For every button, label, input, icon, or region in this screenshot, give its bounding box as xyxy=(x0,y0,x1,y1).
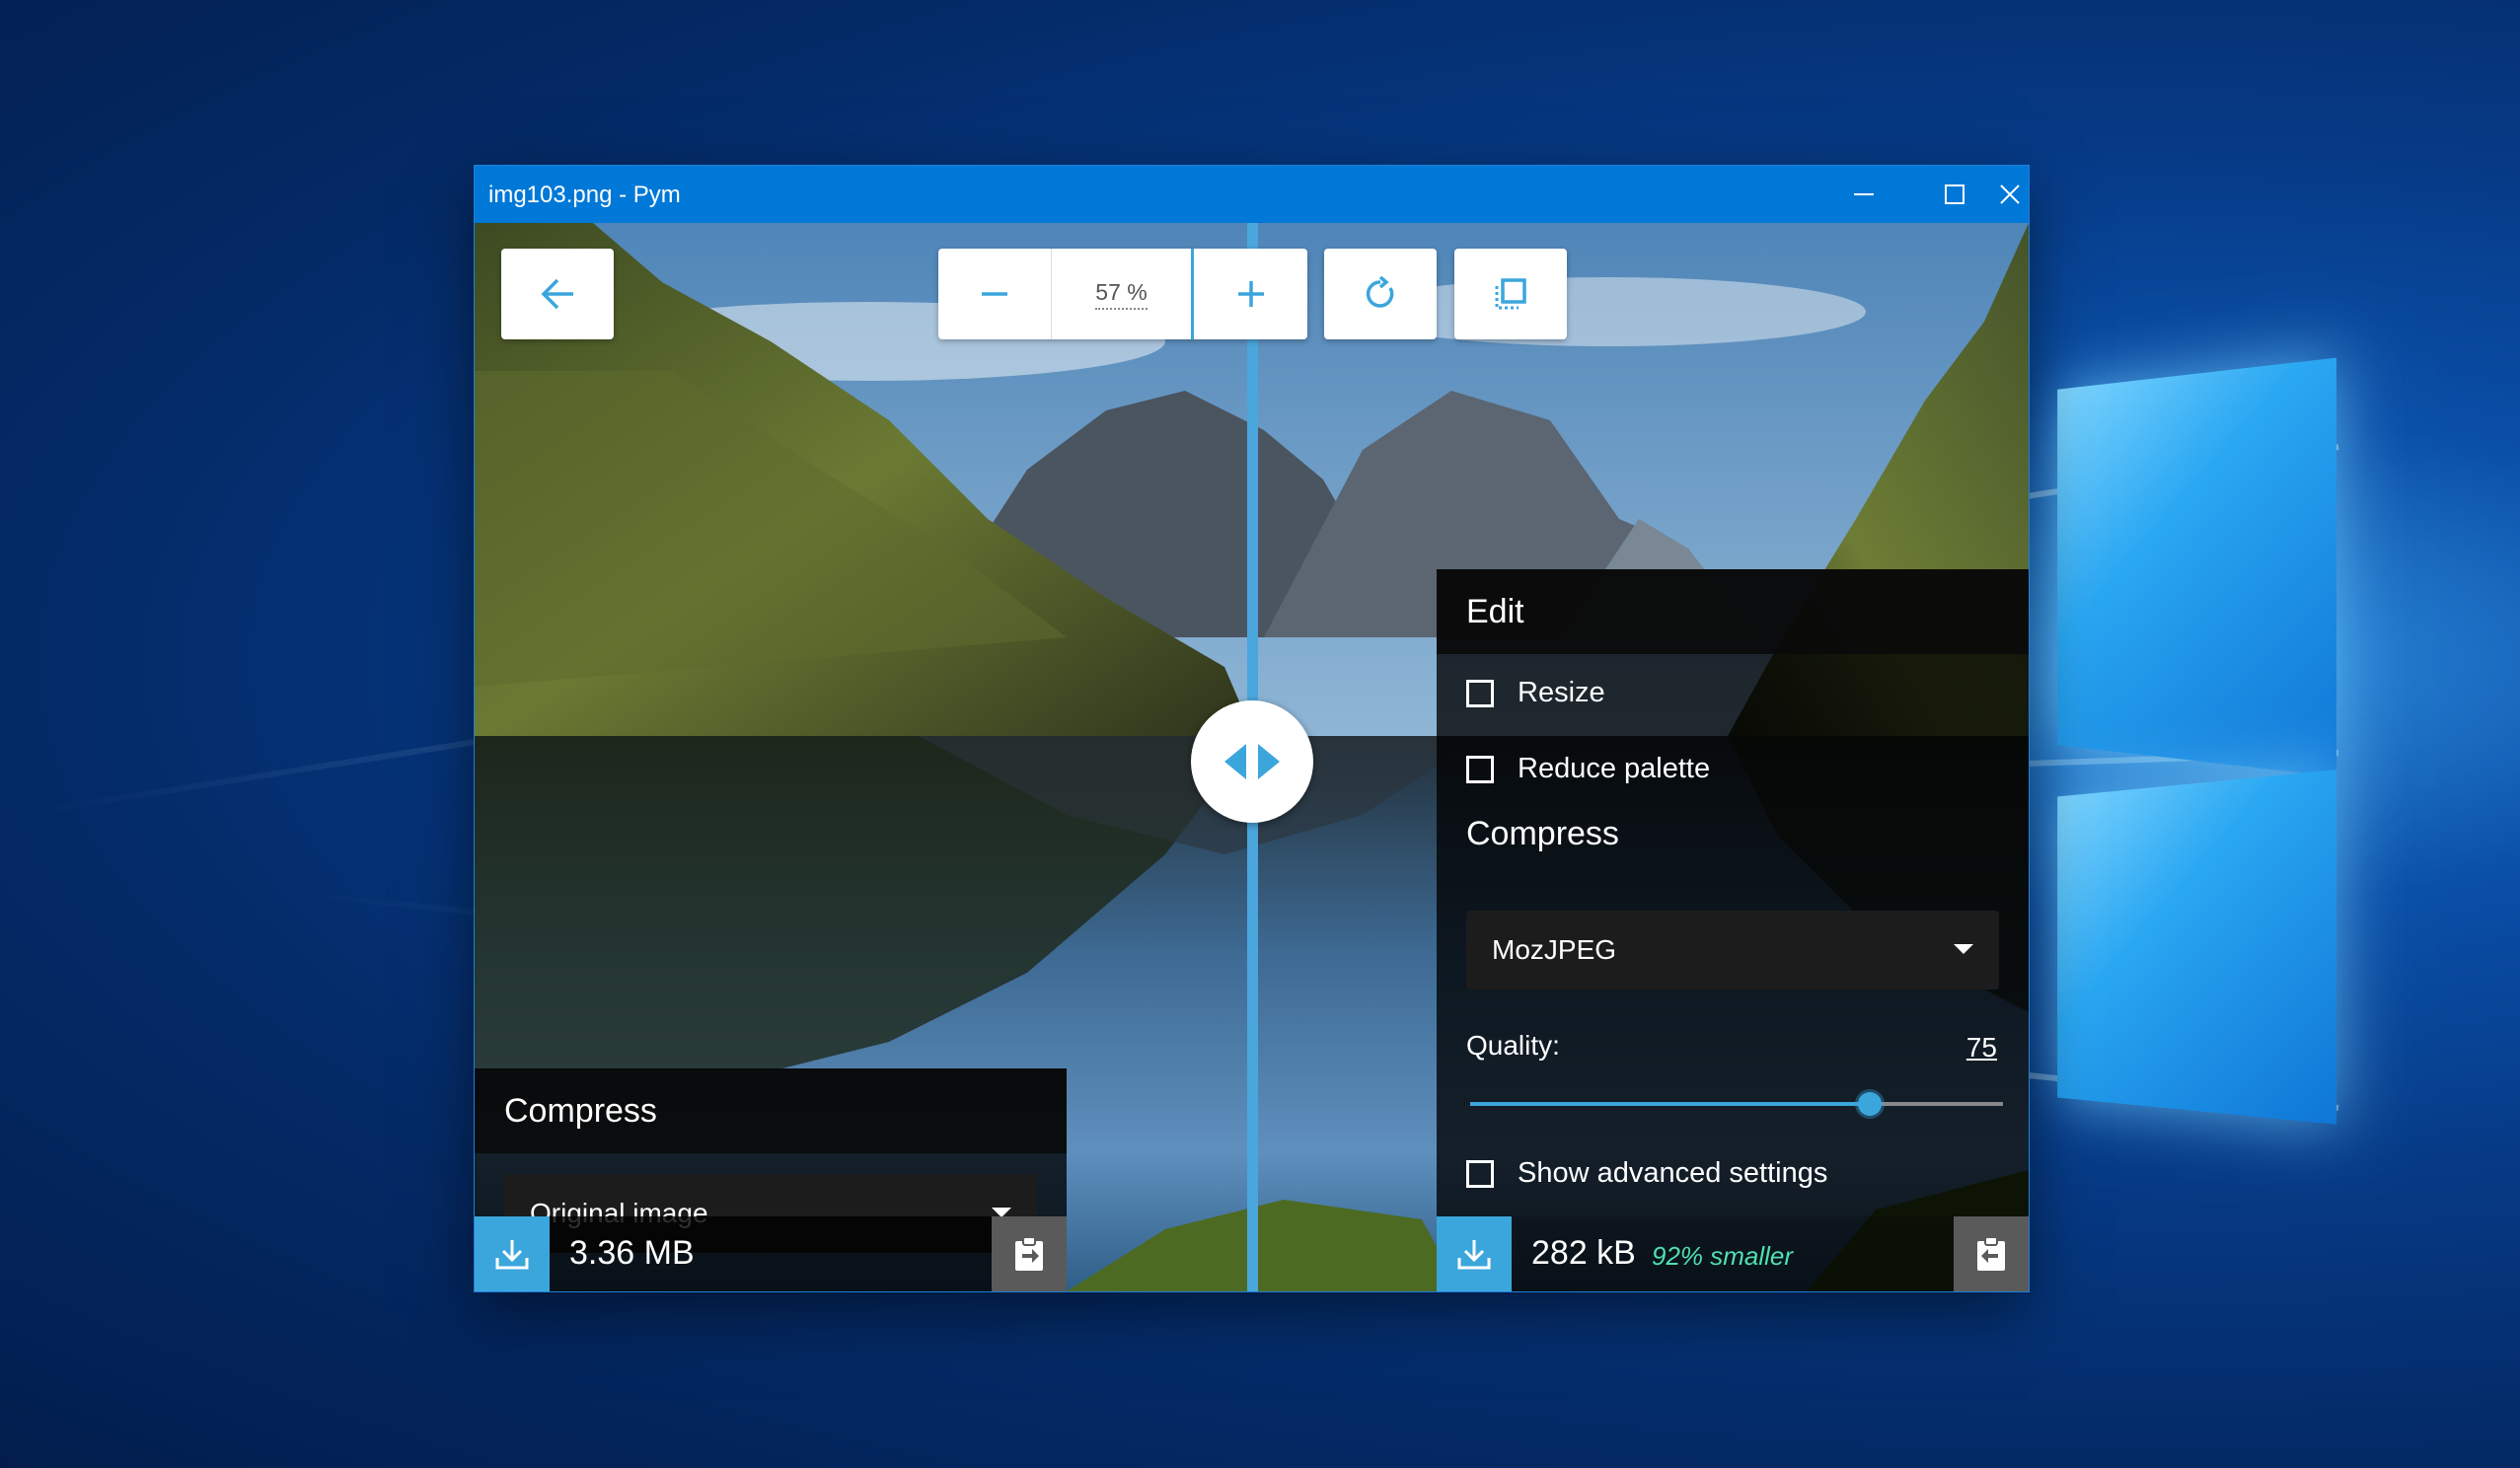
resize-option[interactable]: Resize xyxy=(1466,677,1605,709)
quality-slider-fill xyxy=(1470,1102,1870,1106)
right-method-value: MozJPEG xyxy=(1492,934,1616,966)
maximize-button[interactable] xyxy=(1909,166,2000,223)
right-compress-heading: Compress xyxy=(1437,791,2029,876)
download-icon xyxy=(1456,1236,1492,1272)
left-paste-button[interactable] xyxy=(992,1216,1067,1291)
zoom-out-button[interactable] xyxy=(938,249,1052,339)
compare-slider-handle[interactable] xyxy=(1191,700,1313,823)
quality-value[interactable]: 75 xyxy=(1966,1032,1997,1064)
advanced-settings-option[interactable]: Show advanced settings xyxy=(1466,1157,1827,1190)
right-method-select[interactable]: MozJPEG xyxy=(1466,911,1999,990)
image-viewer[interactable]: 57 % Compress Original image 3.36 MB Edi… xyxy=(475,223,2029,1291)
reduce-palette-checkbox[interactable] xyxy=(1466,756,1494,783)
reduce-palette-option[interactable]: Reduce palette xyxy=(1466,753,1710,785)
download-icon xyxy=(494,1236,530,1272)
advanced-settings-checkbox[interactable] xyxy=(1466,1160,1494,1188)
zoom-value: 57 % xyxy=(1095,279,1147,310)
back-arrow-icon xyxy=(540,278,575,310)
rotate-button[interactable] xyxy=(1324,249,1437,339)
resize-label: Resize xyxy=(1518,677,1605,709)
fit-screen-icon xyxy=(1493,276,1528,312)
right-settings-panel: Edit Resize Reduce palette Compress MozJ… xyxy=(1437,569,2029,1216)
paste-icon xyxy=(1974,1235,2008,1273)
rotate-icon xyxy=(1363,276,1398,312)
zoom-level[interactable]: 57 % xyxy=(1052,249,1192,339)
zoom-controls: 57 % xyxy=(938,249,1307,339)
left-compress-heading: Compress xyxy=(475,1068,1067,1153)
maximize-icon xyxy=(1945,184,1964,204)
right-download-button[interactable] xyxy=(1437,1216,1512,1291)
close-button[interactable] xyxy=(2000,166,2029,223)
left-compress-panel: Compress Original image xyxy=(475,1068,1067,1216)
compare-arrows-icon xyxy=(1221,740,1284,783)
reduce-palette-label: Reduce palette xyxy=(1518,753,1710,785)
left-file-size: 3.36 MB xyxy=(569,1234,695,1273)
left-download-button[interactable] xyxy=(475,1216,550,1291)
chevron-down-icon xyxy=(1954,944,1973,954)
minimize-button[interactable] xyxy=(1818,166,1909,223)
right-file-size: 282 kB xyxy=(1531,1234,1636,1273)
resize-checkbox[interactable] xyxy=(1466,680,1494,707)
minus-icon xyxy=(980,279,1009,309)
close-icon xyxy=(2000,184,2020,204)
title-bar[interactable]: img103.png - Pym xyxy=(475,166,2029,223)
right-paste-button[interactable] xyxy=(1954,1216,2029,1291)
minimize-icon xyxy=(1854,184,1874,204)
zoom-in-button[interactable] xyxy=(1191,249,1307,339)
paste-icon xyxy=(1012,1235,1046,1273)
quality-slider-thumb[interactable] xyxy=(1858,1092,1882,1116)
app-window: img103.png - Pym 57 % Compress Original … xyxy=(475,166,2029,1291)
advanced-settings-label: Show advanced settings xyxy=(1518,1157,1827,1190)
window-title: img103.png - Pym xyxy=(488,182,681,209)
plus-icon xyxy=(1236,279,1266,309)
left-footer: 3.36 MB xyxy=(475,1216,1067,1291)
fit-screen-button[interactable] xyxy=(1454,249,1567,339)
windows-logo-pane xyxy=(2057,770,2336,1124)
right-footer: 282 kB 92% smaller xyxy=(1437,1216,2029,1291)
size-reduction-label: 92% smaller xyxy=(1652,1241,1793,1272)
windows-logo-pane xyxy=(2057,358,2336,777)
quality-slider[interactable] xyxy=(1470,1092,2003,1116)
quality-label: Quality: xyxy=(1466,1030,1560,1062)
edit-heading: Edit xyxy=(1437,569,2029,654)
back-button[interactable] xyxy=(501,249,614,339)
